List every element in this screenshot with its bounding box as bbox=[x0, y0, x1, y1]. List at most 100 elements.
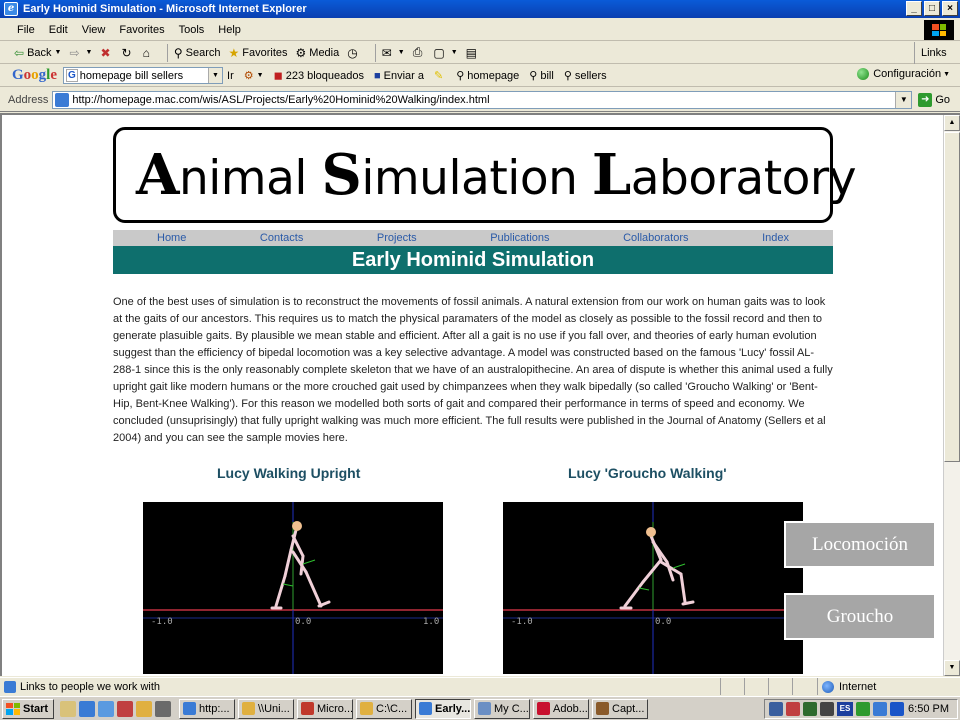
page-viewport: Animal Simulation Laboratory Home Contac… bbox=[0, 113, 960, 676]
links-toolbar[interactable]: Links bbox=[914, 42, 960, 64]
menu-help[interactable]: Help bbox=[218, 24, 241, 36]
search-term-sellers[interactable]: ⚲ sellers bbox=[563, 69, 607, 83]
vertical-scrollbar[interactable]: ▲ ▼ bbox=[943, 115, 960, 676]
menu-edit[interactable]: Edit bbox=[49, 24, 68, 36]
send-icon: ■ bbox=[374, 69, 381, 82]
edit-dropdown-icon[interactable]: ▼ bbox=[451, 49, 458, 56]
task-label: My C... bbox=[494, 702, 529, 715]
task-label: C:\C... bbox=[376, 702, 408, 715]
task-micro[interactable]: Micro... bbox=[297, 698, 353, 719]
media-player-icon[interactable] bbox=[117, 700, 133, 717]
stop-icon: ✖ bbox=[100, 45, 111, 60]
task-label: Capt... bbox=[612, 702, 645, 715]
scroll-down-button[interactable]: ▼ bbox=[944, 660, 960, 676]
google-go-button[interactable]: Ir bbox=[227, 70, 234, 82]
refresh-button[interactable]: ↻ bbox=[122, 46, 135, 60]
nav-link-contacts[interactable]: Contacts bbox=[260, 232, 303, 244]
zone-label: Internet bbox=[839, 680, 877, 693]
google-tray-icon[interactable] bbox=[890, 702, 904, 716]
site-logo-text: Animal Simulation Laboratory bbox=[136, 142, 857, 208]
internet-explorer-icon[interactable] bbox=[79, 700, 95, 717]
task-adobe[interactable]: Adob... bbox=[533, 698, 589, 719]
task-c-drive[interactable]: C:\C... bbox=[356, 698, 412, 719]
network-icon[interactable] bbox=[769, 702, 783, 716]
search-button[interactable]: ⚲ Search bbox=[174, 46, 221, 60]
scroll-up-button[interactable]: ▲ bbox=[944, 115, 960, 131]
close-button[interactable]: × bbox=[942, 1, 958, 16]
print-button[interactable]: ⎙ bbox=[413, 45, 426, 60]
go-button[interactable]: ➜ Go bbox=[918, 92, 950, 107]
task-label: Micro... bbox=[317, 702, 353, 715]
video-upright-walking[interactable]: -1.0 0.0 1.0 bbox=[143, 502, 443, 674]
menu-file[interactable]: File bbox=[17, 24, 35, 36]
address-input[interactable]: http://homepage.mac.com/wis/ASL/Projects… bbox=[52, 90, 913, 109]
window-title: Early Hominid Simulation - Microsoft Int… bbox=[23, 3, 307, 15]
menu-tools[interactable]: Tools bbox=[179, 24, 205, 36]
nav-link-index[interactable]: Index bbox=[762, 232, 789, 244]
favorites-button[interactable]: ★ Favorites bbox=[229, 46, 288, 60]
mail-button[interactable]: ✉ ▼ bbox=[382, 46, 405, 60]
minimize-button[interactable]: _ bbox=[906, 1, 922, 16]
task-early[interactable]: Early... bbox=[415, 698, 471, 719]
stop-button[interactable]: ✖ bbox=[100, 46, 113, 60]
scroll-thumb[interactable] bbox=[944, 132, 960, 462]
globe-icon bbox=[822, 680, 834, 693]
discuss-button[interactable]: ▤ bbox=[466, 46, 480, 60]
update-icon[interactable] bbox=[873, 702, 887, 716]
outlook-icon[interactable] bbox=[98, 700, 114, 717]
send-to-button[interactable]: ■ Enviar a bbox=[374, 70, 424, 82]
locomocion-button[interactable]: Locomoción bbox=[784, 521, 936, 568]
task-my-computer[interactable]: My C... bbox=[474, 698, 530, 719]
site-logo: Animal Simulation Laboratory bbox=[113, 127, 857, 223]
mail-dropdown-icon[interactable]: ▼ bbox=[398, 49, 405, 56]
google-search-input[interactable]: G homepage bill sellers ▼ bbox=[63, 67, 224, 84]
google-search-dropdown-icon[interactable]: ▼ bbox=[208, 68, 223, 83]
address-dropdown-icon[interactable]: ▼ bbox=[895, 91, 912, 108]
antivirus-icon[interactable] bbox=[786, 702, 800, 716]
google-go-label: Ir bbox=[227, 69, 234, 82]
back-dropdown-icon[interactable]: ▼ bbox=[55, 49, 62, 56]
search-term-homepage[interactable]: ⚲ homepage bbox=[456, 69, 519, 83]
media-button[interactable]: ⚙ Media bbox=[296, 46, 340, 60]
highlight-button[interactable]: ✎ bbox=[434, 69, 446, 82]
start-button[interactable]: Start bbox=[2, 698, 54, 719]
volume-icon[interactable] bbox=[820, 702, 834, 716]
site-nav: Home Contacts Projects Publications Coll… bbox=[113, 230, 833, 246]
configuration-label: Configuración bbox=[873, 68, 942, 80]
nav-link-publications[interactable]: Publications bbox=[490, 232, 549, 244]
nav-link-home[interactable]: Home bbox=[157, 232, 186, 244]
search-term-bill[interactable]: ⚲ bill bbox=[529, 69, 554, 83]
notepad-icon[interactable] bbox=[60, 700, 76, 717]
language-indicator[interactable]: ES bbox=[837, 702, 853, 716]
forward-dropdown-icon[interactable]: ▼ bbox=[86, 49, 93, 56]
menu-favorites[interactable]: Favorites bbox=[119, 24, 164, 36]
show-desktop-icon[interactable] bbox=[155, 700, 171, 717]
nav-link-projects[interactable]: Projects bbox=[377, 232, 417, 244]
configuration-button[interactable]: Configuración ▼ bbox=[857, 68, 950, 80]
history-button[interactable]: ◷ bbox=[347, 46, 360, 60]
home-button[interactable]: ⌂ bbox=[143, 46, 153, 60]
task-capture[interactable]: Capt... bbox=[592, 698, 648, 719]
search-term-icon: ⚲ bbox=[563, 70, 572, 82]
page-icon bbox=[55, 92, 70, 107]
task-uni[interactable]: \\Uni... bbox=[238, 698, 294, 719]
nav-link-collaborators[interactable]: Collaborators bbox=[623, 232, 688, 244]
title-bar: e Early Hominid Simulation - Microsoft I… bbox=[0, 0, 960, 18]
messenger-icon[interactable] bbox=[856, 702, 870, 716]
video-groucho-walking[interactable]: -1.0 0.0 1.0 bbox=[503, 502, 803, 674]
task-http[interactable]: http:... bbox=[179, 698, 235, 719]
google-logo[interactable]: Google bbox=[12, 67, 57, 84]
google-tools-button[interactable]: ⚙ ▼ bbox=[244, 69, 264, 82]
configuration-icon bbox=[857, 68, 870, 80]
back-button[interactable]: ⇦ Back ▼ bbox=[14, 46, 61, 60]
folder-icon[interactable] bbox=[136, 700, 152, 717]
search-icon: ⚲ bbox=[173, 45, 183, 60]
forward-button[interactable]: ⇨ ▼ bbox=[69, 46, 92, 60]
groucho-button[interactable]: Groucho bbox=[784, 593, 936, 640]
edit-button[interactable]: ▢ ▼ bbox=[433, 46, 457, 60]
menu-view[interactable]: View bbox=[82, 24, 106, 36]
popup-blocker-button[interactable]: ◼ 223 bloqueados bbox=[274, 69, 364, 83]
start-label: Start bbox=[23, 702, 49, 715]
security-icon[interactable] bbox=[803, 702, 817, 716]
maximize-button[interactable]: □ bbox=[924, 1, 940, 16]
